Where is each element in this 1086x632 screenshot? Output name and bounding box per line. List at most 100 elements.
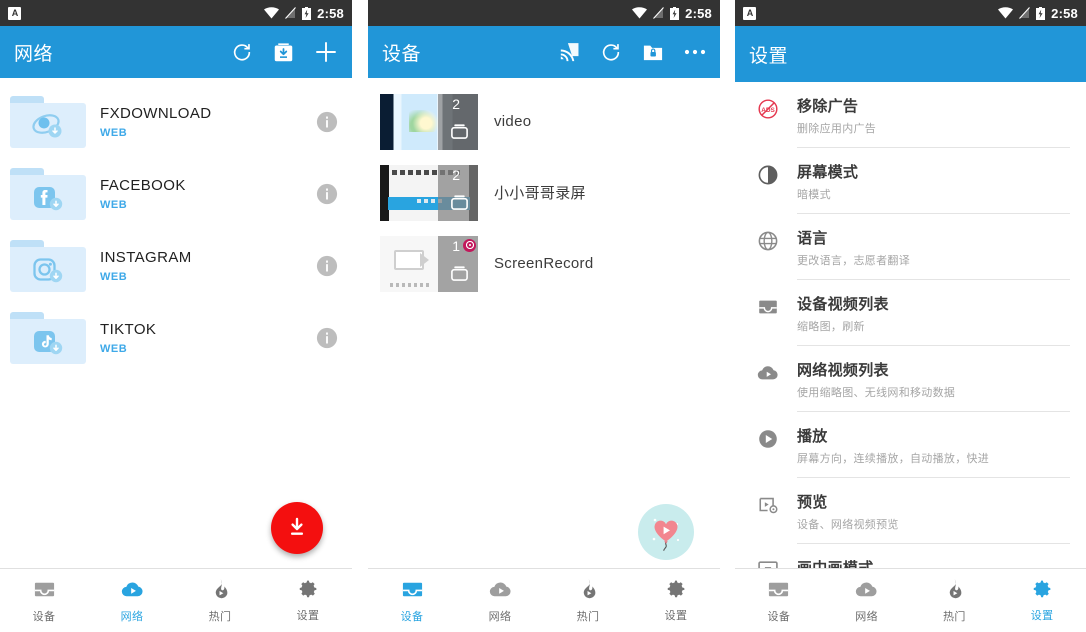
settings-item-network-video-list[interactable]: 网络视频列表 使用缩略图、无线网和移动数据 [735, 346, 1086, 412]
refresh-icon[interactable] [231, 41, 253, 63]
settings-item-title: 屏幕模式 [797, 164, 859, 181]
cloud-play-icon [855, 581, 877, 596]
list-item[interactable]: TIKTOK WEB [0, 302, 352, 374]
nav-item-device[interactable]: 设备 [368, 578, 456, 624]
cloud-play-icon [489, 581, 511, 596]
device-folder-list: 2 video 2 小小哥哥录屏 1 ScreenRecord [368, 78, 720, 299]
settings-item-screen-mode[interactable]: 屏幕模式 暗模式 [735, 148, 1086, 214]
facebook-folder-icon [10, 168, 86, 220]
folder-box-icon [450, 192, 469, 216]
status-bar-left: A [8, 6, 21, 20]
globe-icon [753, 227, 783, 252]
bottom-navigation: 设备 网络 热门 设置 [0, 568, 352, 632]
nav-label: 网络 [120, 610, 144, 623]
cloud-play-icon [753, 359, 783, 384]
status-bar: 2:58 [368, 0, 720, 26]
list-item-title: 小小哥哥录屏 [494, 185, 586, 202]
download-box-icon[interactable] [273, 42, 294, 63]
nav-label: 网络 [855, 610, 879, 623]
nav-item-device[interactable]: 设备 [735, 578, 823, 624]
nav-item-device[interactable]: 设备 [0, 578, 88, 624]
settings-item-device-video-list[interactable]: 设备视频列表 缩略图，刷新 [735, 280, 1086, 346]
settings-item-text: 语言 更改语言，志愿者翻译 [797, 227, 1070, 280]
app-badge-icon: A [743, 6, 756, 20]
folder-box-icon [450, 263, 469, 287]
gear-icon [1033, 580, 1051, 598]
nav-label: 网络 [488, 610, 512, 623]
battery-icon [670, 6, 680, 20]
cast-icon[interactable] [558, 42, 580, 62]
flame-play-icon [583, 578, 595, 598]
overflow-menu-icon[interactable] [684, 49, 706, 55]
status-bar: A 2:58 [735, 0, 1086, 26]
settings-item-preview[interactable]: 预览 设备、网络视频预览 [735, 478, 1086, 544]
list-item[interactable]: INSTAGRAM WEB [0, 230, 352, 302]
settings-item-playback[interactable]: 播放 屏幕方向，连续播放，自动播放，快进 [735, 412, 1086, 478]
bottom-navigation: 设备 网络 热门 设置 [735, 568, 1086, 632]
phone-screen-device: 2:58 设备 2 video 2 小小哥哥录屏 1 ScreenRecord … [368, 0, 720, 632]
page-title: 设置 [749, 45, 789, 67]
clock: 2:58 [1051, 5, 1078, 21]
wifi-icon [998, 7, 1014, 19]
nav-item-hot[interactable]: 热门 [176, 578, 264, 624]
list-item[interactable]: FXDOWNLOAD WEB [0, 86, 352, 158]
app-badge-icon: A [8, 6, 21, 20]
preview-icon [753, 491, 783, 516]
list-item[interactable]: 2 video [368, 86, 720, 157]
list-item-title: FXDOWNLOAD [100, 105, 212, 122]
status-bar-right: 2:58 [998, 6, 1078, 21]
refresh-icon[interactable] [600, 41, 622, 63]
page-title: 网络 [14, 43, 54, 65]
inbox-icon [769, 582, 789, 596]
locked-badge-icon [463, 238, 476, 252]
fxdownload-folder-icon [10, 96, 86, 148]
lock-folder-icon[interactable] [642, 42, 664, 62]
flame-play-icon [949, 578, 962, 598]
inbox-icon [753, 293, 783, 318]
item-count: 2 [452, 95, 460, 112]
list-item-subtitle: WEB [100, 127, 128, 139]
settings-item-title: 语言 [797, 230, 828, 247]
instagram-folder-icon [10, 240, 86, 292]
nav-label: 热门 [576, 610, 600, 623]
nav-label: 设置 [664, 610, 688, 622]
heart-balloon-play-icon [652, 518, 680, 551]
item-count: 1 [452, 237, 460, 254]
list-item[interactable]: 1 ScreenRecord [368, 228, 720, 299]
settings-item-remove-ads[interactable]: ADS 移除广告 删除应用内广告 [735, 82, 1086, 148]
list-item-text: TIKTOK WEB [100, 321, 316, 355]
nav-item-network[interactable]: 网络 [456, 578, 544, 624]
list-item[interactable]: FACEBOOK WEB [0, 158, 352, 230]
folder-box-icon [450, 121, 469, 145]
settings-item-text: 设备视频列表 缩略图，刷新 [797, 293, 1070, 346]
nav-item-settings[interactable]: 设置 [264, 578, 352, 623]
nav-item-settings[interactable]: 设置 [632, 578, 720, 623]
list-item-title: ScreenRecord [494, 255, 594, 272]
status-bar-left: A [743, 6, 756, 20]
info-icon[interactable] [316, 327, 338, 349]
nav-label: 设置 [1030, 610, 1054, 622]
download-fab[interactable] [271, 502, 323, 554]
signal-icon [653, 7, 665, 19]
tiktok-folder-icon [10, 312, 86, 364]
list-item-subtitle: WEB [100, 271, 128, 283]
list-item[interactable]: 2 小小哥哥录屏 [368, 157, 720, 228]
info-icon[interactable] [316, 255, 338, 277]
balloon-fab[interactable] [638, 504, 694, 560]
plus-icon[interactable] [314, 40, 338, 64]
nav-item-settings[interactable]: 设置 [998, 578, 1086, 623]
settings-item-subtitle: 暗模式 [797, 189, 831, 201]
clock: 2:58 [317, 5, 344, 21]
settings-item-language[interactable]: 语言 更改语言，志愿者翻译 [735, 214, 1086, 280]
nav-item-network[interactable]: 网络 [823, 578, 911, 624]
info-icon[interactable] [316, 111, 338, 133]
phone-screen-network: A 2:58 网络 FXDOWNLOAD WEB FACEBOOK WEB IN… [0, 0, 352, 632]
nav-item-hot[interactable]: 热门 [544, 578, 632, 624]
cloud-play-icon [121, 581, 143, 596]
contrast-icon [753, 161, 783, 186]
settings-item-title: 播放 [797, 428, 828, 445]
nav-item-network[interactable]: 网络 [88, 578, 176, 624]
nav-item-hot[interactable]: 热门 [911, 578, 999, 624]
battery-icon [1036, 6, 1046, 20]
info-icon[interactable] [316, 183, 338, 205]
